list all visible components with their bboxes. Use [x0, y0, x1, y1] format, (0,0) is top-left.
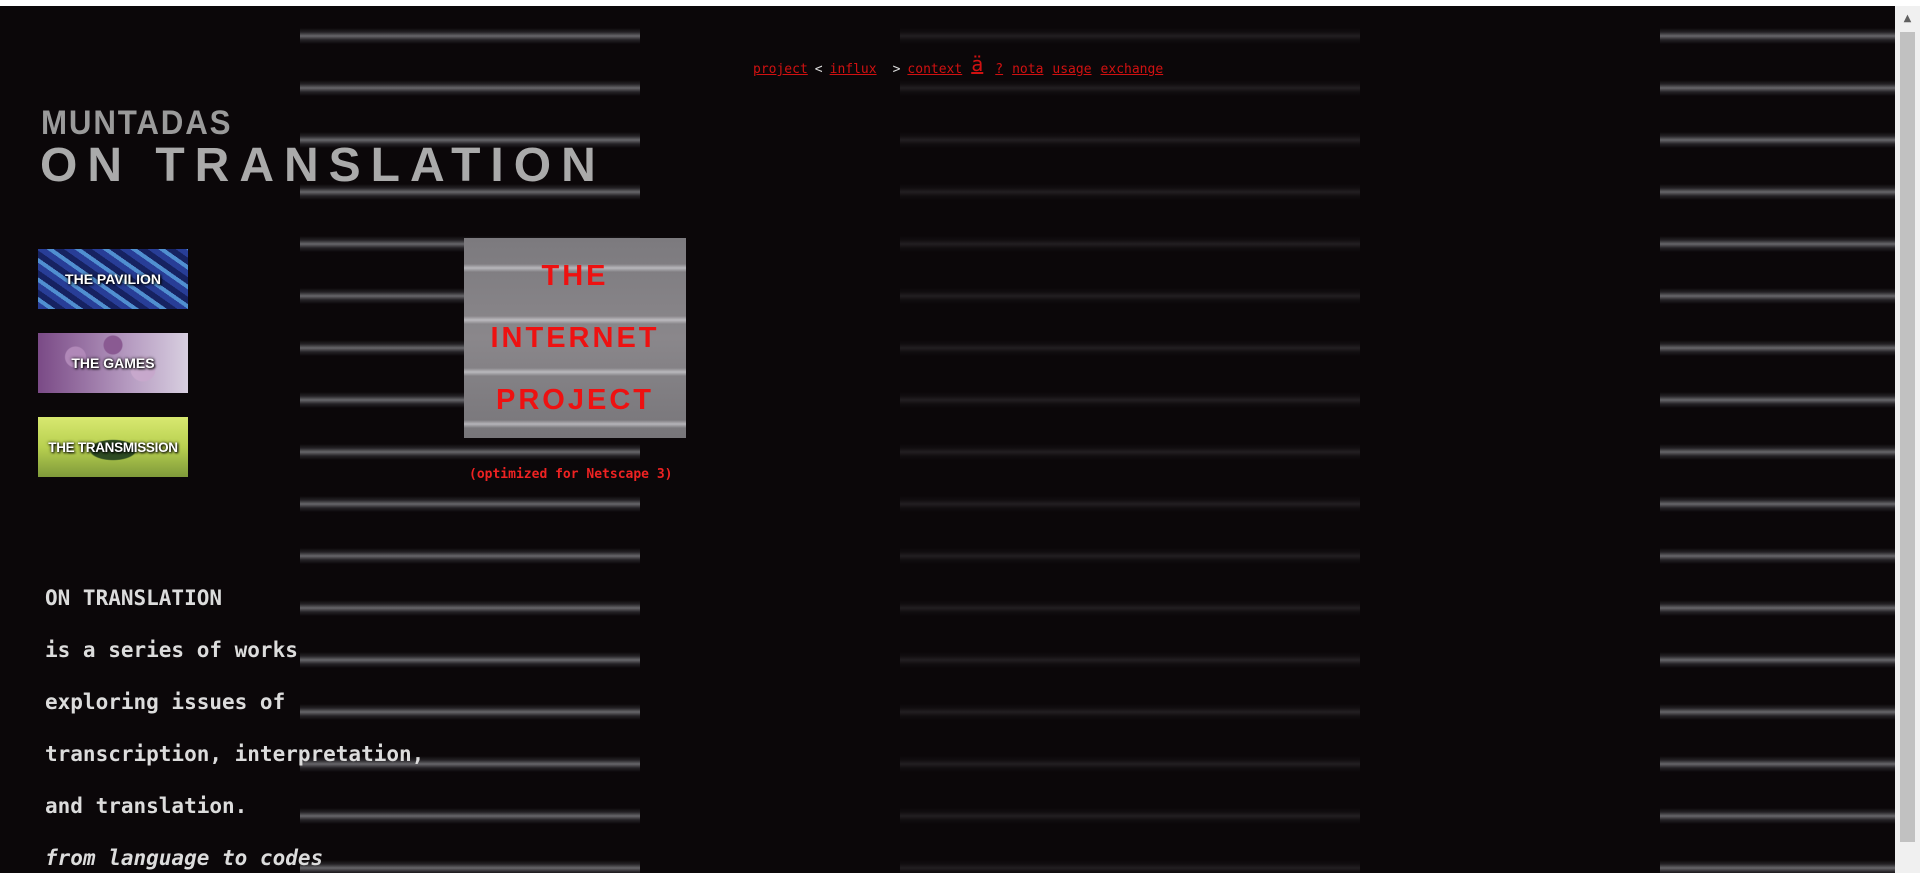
description-italic-line: from language to codes	[45, 846, 324, 870]
decorative-streaks-right	[1660, 6, 1895, 873]
transmission-label: THE TRANSMISSION	[48, 439, 178, 455]
nav-link-project[interactable]: project	[753, 62, 808, 77]
pavilion-link[interactable]: THE PAVILION	[38, 249, 188, 309]
description: ON TRANSLATION is a series of works expl…	[45, 572, 424, 873]
description-line: and translation.	[45, 794, 248, 818]
nav-link-influx[interactable]: influx	[830, 62, 877, 77]
description-line: exploring issues of	[45, 690, 286, 714]
description-line: is a series of works	[45, 638, 298, 662]
nav-link-nota[interactable]: nota	[1012, 62, 1043, 77]
internet-project-line-3: PROJECT	[496, 384, 654, 416]
page-viewport: project < influx > context ä? nota usage exchang…	[0, 6, 1895, 873]
site-title: ON TRANSLATION	[40, 139, 606, 192]
nav-link-exchange[interactable]: exchange	[1101, 62, 1164, 77]
description-line: transcription, interpretation,	[45, 742, 425, 766]
browser-note: (optimized for Netscape 3)	[469, 467, 673, 482]
nav-separator-lt: <	[814, 62, 823, 77]
games-link[interactable]: THE GAMES	[38, 333, 188, 393]
internet-project-line-1: THE	[541, 260, 609, 292]
pavilion-label: THE PAVILION	[65, 271, 161, 287]
vertical-scrollbar[interactable]: ▲	[1895, 6, 1920, 873]
top-navigation: project < influx > context ä? nota usage exchang…	[753, 52, 1164, 78]
scrollbar-thumb[interactable]	[1900, 32, 1915, 842]
nav-link-question[interactable]: ?	[995, 62, 1003, 77]
games-label: THE GAMES	[71, 355, 155, 371]
internet-project-line-2: INTERNET	[490, 322, 660, 354]
description-line: ON TRANSLATION	[45, 586, 223, 610]
internet-project-link[interactable]: THE INTERNET PROJECT	[464, 238, 686, 438]
nav-link-glyph[interactable]: ä	[971, 52, 983, 76]
nav-separator-gt: >	[892, 62, 901, 77]
decorative-streaks-middle	[900, 6, 1360, 873]
nav-link-usage[interactable]: usage	[1052, 62, 1091, 77]
transmission-link[interactable]: THE TRANSMISSION	[38, 417, 188, 477]
nav-link-context[interactable]: context	[907, 62, 962, 77]
scroll-up-arrow-icon[interactable]: ▲	[1895, 6, 1920, 31]
